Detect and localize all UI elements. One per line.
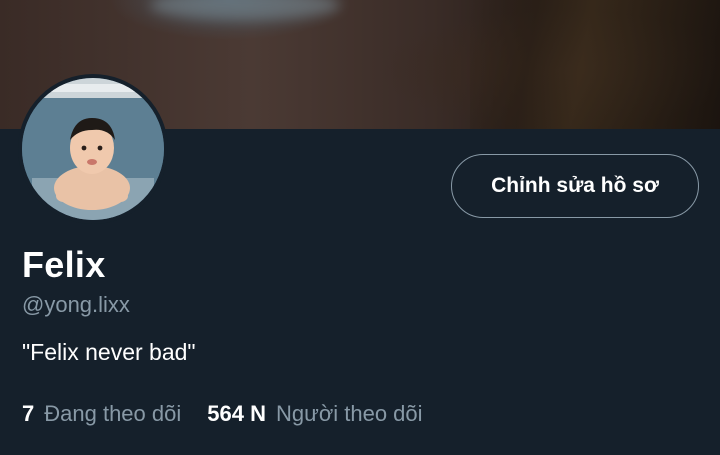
profile-name: Felix <box>22 244 106 285</box>
banner-highlight <box>150 0 340 20</box>
followers-stat[interactable]: 564 N Người theo dõi <box>207 401 422 427</box>
following-label: Đang theo dõi <box>44 401 182 426</box>
followers-count: 564 N <box>207 401 266 426</box>
profile-avatar[interactable] <box>18 74 168 224</box>
edit-profile-button[interactable]: Chỉnh sửa hồ sơ <box>451 154 699 218</box>
followers-label: Người theo dõi <box>275 401 423 426</box>
profile-handle: @yong.lixx <box>22 292 130 317</box>
following-count: 7 <box>22 401 35 426</box>
profile-bio: "Felix never bad" <box>22 339 196 365</box>
banner-shadow <box>470 0 720 129</box>
following-stat[interactable]: 7 Đang theo dõi <box>22 401 181 427</box>
follow-stats: 7 Đang theo dõi 564 N Người theo dõi <box>22 401 449 427</box>
avatar-photo-icon <box>22 78 164 220</box>
